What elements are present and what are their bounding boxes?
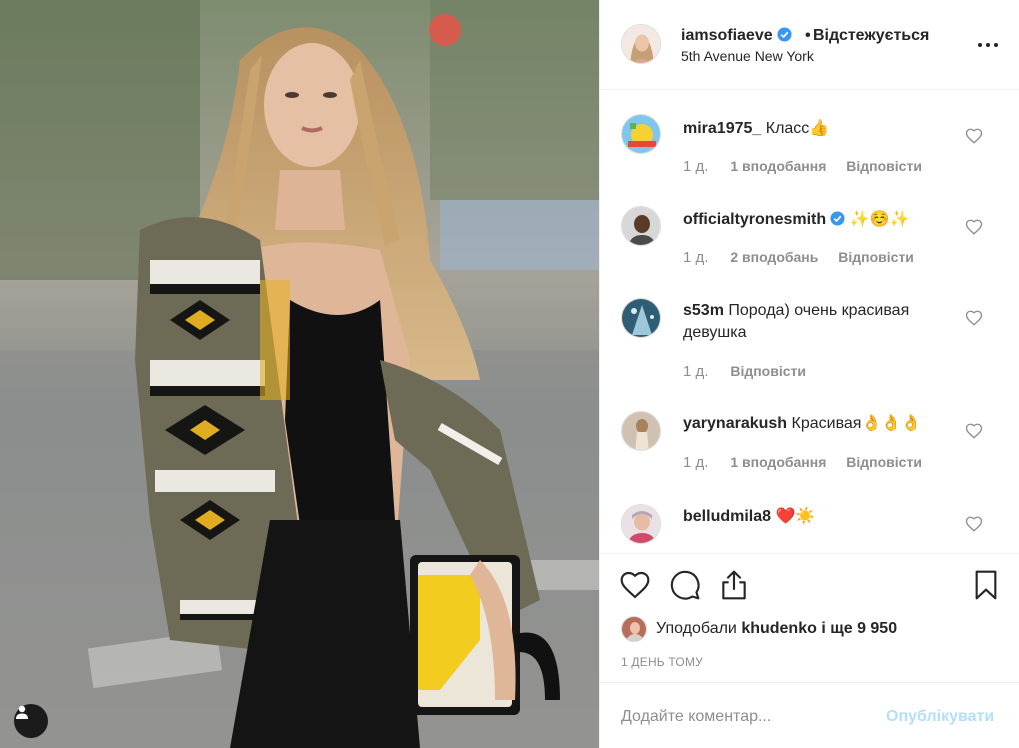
comment-username[interactable]: yarynarakush [683, 415, 787, 432]
author-username-text[interactable]: iamsofiaeve [681, 27, 773, 44]
commenter-avatar-image [622, 115, 660, 153]
likes-prefix: Уподобали [656, 620, 737, 637]
share-icon[interactable] [718, 569, 750, 601]
comment-body: Класс👍 [765, 120, 830, 137]
comment-likes-count[interactable]: 2 вподобань [730, 249, 818, 265]
author-username[interactable]: iamsofiaeve [681, 27, 792, 45]
comment-text: belludmila8 ❤️☀️ [683, 506, 953, 528]
commenter-avatar[interactable] [621, 298, 661, 338]
location-link[interactable]: 5th Avenue New York [681, 48, 814, 64]
comment-text: yarynarakush Красивая👌👌👌 [683, 413, 953, 435]
add-comment-bar: Опублікувати [600, 682, 1019, 748]
comment-username[interactable]: mira1975_ [683, 120, 761, 137]
reply-button[interactable]: Відповісти [838, 249, 914, 265]
comment-like-heart-icon[interactable] [965, 309, 983, 327]
post-time-ago[interactable]: 1 ДЕНЬ ТОМУ [621, 655, 703, 669]
like-heart-icon[interactable] [619, 569, 651, 601]
comment-text: officialtyronesmith ✨☺️✨ [683, 209, 953, 231]
tagged-users-button[interactable] [14, 704, 48, 738]
likes-text: Уподобали khudenko і ще 9 950 [656, 620, 897, 638]
comment-meta: 1 д. 1 вподобання Відповісти [683, 158, 938, 175]
comment-body: ❤️☀️ [775, 508, 816, 525]
commenter-avatar-image [622, 505, 660, 543]
liker-avatar[interactable] [621, 616, 647, 642]
comment-text: mira1975_ Класс👍 [683, 118, 953, 140]
comment-likes-count[interactable]: 1 вподобання [730, 454, 826, 470]
comment-username[interactable]: s53m [683, 302, 724, 319]
commenter-avatar[interactable] [621, 114, 661, 154]
comment-username[interactable]: belludmila8 [683, 508, 771, 525]
post-actions: Уподобали khudenko і ще 9 950 1 ДЕНЬ ТОМ… [600, 553, 1019, 682]
verified-badge-icon [830, 211, 845, 226]
more-options-icon[interactable] [976, 33, 1000, 57]
comment-meta: 1 д. 2 вподобань Відповісти [683, 249, 930, 266]
liker-username[interactable]: khudenko [741, 620, 817, 637]
likes-count[interactable]: і ще 9 950 [821, 620, 897, 637]
commenter-avatar[interactable] [621, 504, 661, 544]
comment-like-heart-icon[interactable] [965, 515, 983, 533]
comment-input[interactable] [621, 705, 871, 729]
author-avatar-image [622, 25, 660, 63]
photo-illustration [0, 0, 599, 748]
commenter-avatar[interactable] [621, 411, 661, 451]
post-photo[interactable] [0, 0, 599, 748]
author-avatar[interactable] [621, 24, 661, 64]
comment-time[interactable]: 1 д. [683, 363, 708, 380]
comment-meta: 1 д. Відповісти [683, 363, 822, 380]
reply-button[interactable]: Відповісти [846, 158, 922, 174]
post-comment-button[interactable]: Опублікувати [886, 708, 994, 726]
commenter-avatar-image [622, 412, 660, 450]
comment-like-heart-icon[interactable] [965, 218, 983, 236]
comment-time[interactable]: 1 д. [683, 454, 708, 471]
comment-text: s53m Порода) очень красивая девушка [683, 300, 953, 344]
commenter-avatar-image [622, 207, 660, 245]
comment-body: ✨☺️✨ [849, 211, 910, 228]
comment-meta: 1 д. 1 вподобання Відповісти [683, 454, 938, 471]
header-separator: • [805, 27, 811, 44]
reply-button[interactable]: Відповісти [730, 363, 806, 379]
comment-body: Красивая👌👌👌 [791, 415, 922, 432]
comment-bubble-icon[interactable] [669, 569, 701, 601]
comment-time[interactable]: 1 д. [683, 249, 708, 266]
post-side-panel: iamsofiaeve • Відстежується 5th Avenue N… [599, 0, 1019, 748]
commenter-avatar-image [622, 299, 660, 337]
comment-like-heart-icon[interactable] [965, 127, 983, 145]
liker-avatar-image [622, 617, 646, 641]
following-button[interactable]: Відстежується [813, 27, 929, 45]
commenter-avatar[interactable] [621, 206, 661, 246]
comments-list[interactable]: mira1975_ Класс👍 1 д. 1 вподобання Відпо… [600, 91, 1019, 553]
comment-username[interactable]: officialtyronesmith [683, 211, 826, 228]
reply-button[interactable]: Відповісти [846, 454, 922, 470]
comment-time[interactable]: 1 д. [683, 158, 708, 175]
verified-badge-icon [777, 27, 792, 42]
post-header: iamsofiaeve • Відстежується 5th Avenue N… [600, 0, 1019, 90]
comment-likes-count[interactable]: 1 вподобання [730, 158, 826, 174]
user-icon [16, 705, 28, 719]
comment-like-heart-icon[interactable] [965, 422, 983, 440]
bookmark-icon[interactable] [970, 569, 1002, 601]
